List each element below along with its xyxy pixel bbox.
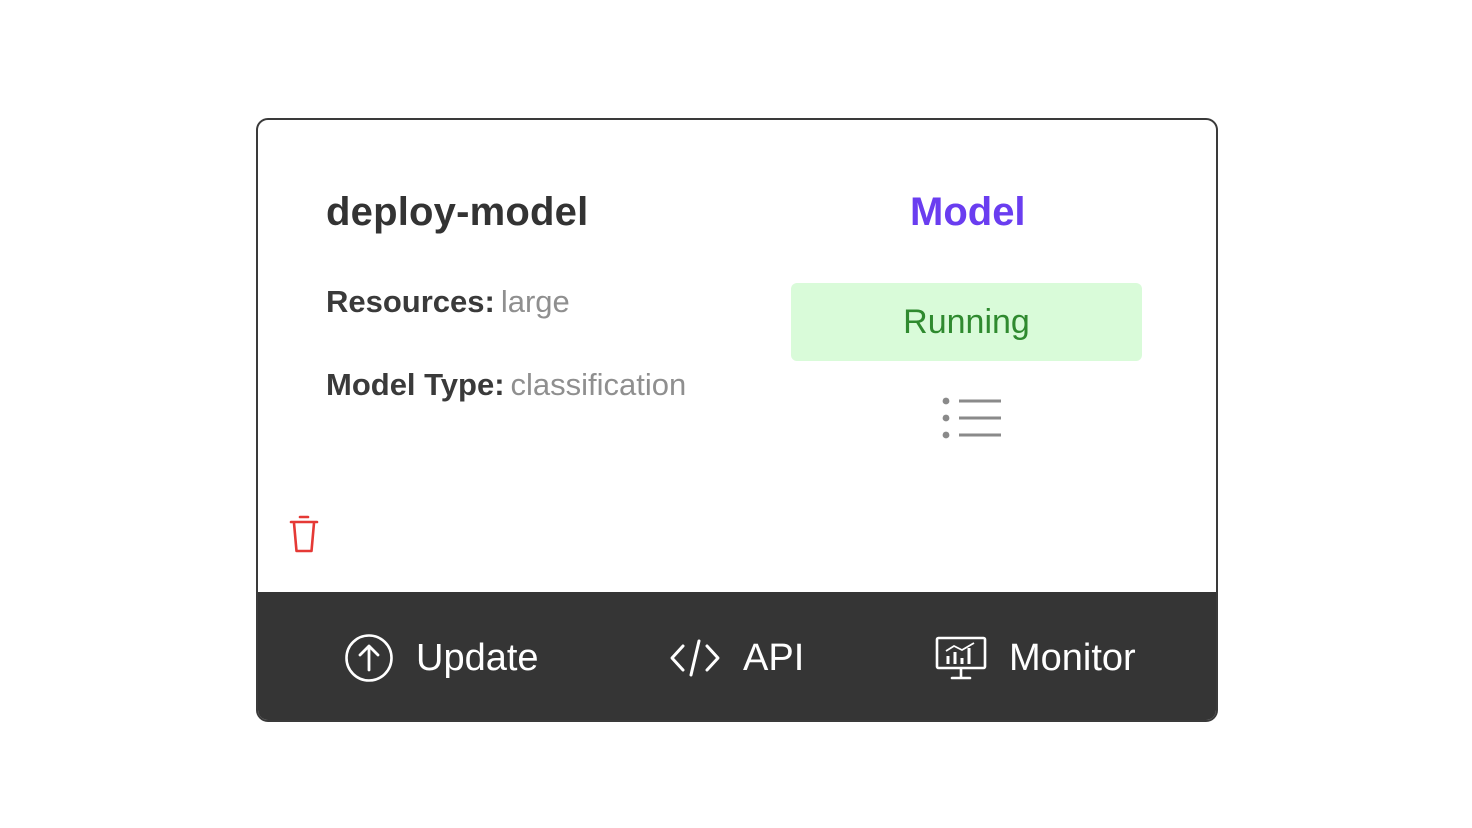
info-value: classification [510, 367, 687, 402]
upload-circle-icon [345, 634, 393, 682]
deployment-name: deploy-model [326, 190, 589, 234]
action-bar: Update API Monitor [258, 592, 1216, 720]
trash-icon[interactable] [288, 514, 320, 554]
info-value: large [500, 284, 570, 319]
api-label: API [743, 636, 805, 679]
info-key: Resources: [326, 284, 495, 319]
info-key: Model Type: [326, 367, 505, 402]
info-row-resources: Resources: large [326, 284, 570, 320]
monitor-button[interactable]: Monitor [935, 592, 1136, 720]
monitor-chart-icon [935, 636, 987, 680]
api-button[interactable]: API [669, 592, 805, 720]
deployment-kind: Model [910, 190, 1026, 234]
deployment-card: deploy-model Model Resources: large Model… [256, 118, 1218, 722]
update-button[interactable]: Update [344, 592, 539, 720]
code-icon [670, 639, 720, 677]
card-body: deploy-model Model Resources: large Model… [258, 120, 1216, 592]
info-row-model-type: Model Type: classification [326, 367, 686, 403]
status-badge: Running [791, 283, 1142, 361]
update-label: Update [416, 636, 539, 679]
monitor-label: Monitor [1009, 636, 1136, 679]
list-icon[interactable] [941, 397, 1003, 441]
